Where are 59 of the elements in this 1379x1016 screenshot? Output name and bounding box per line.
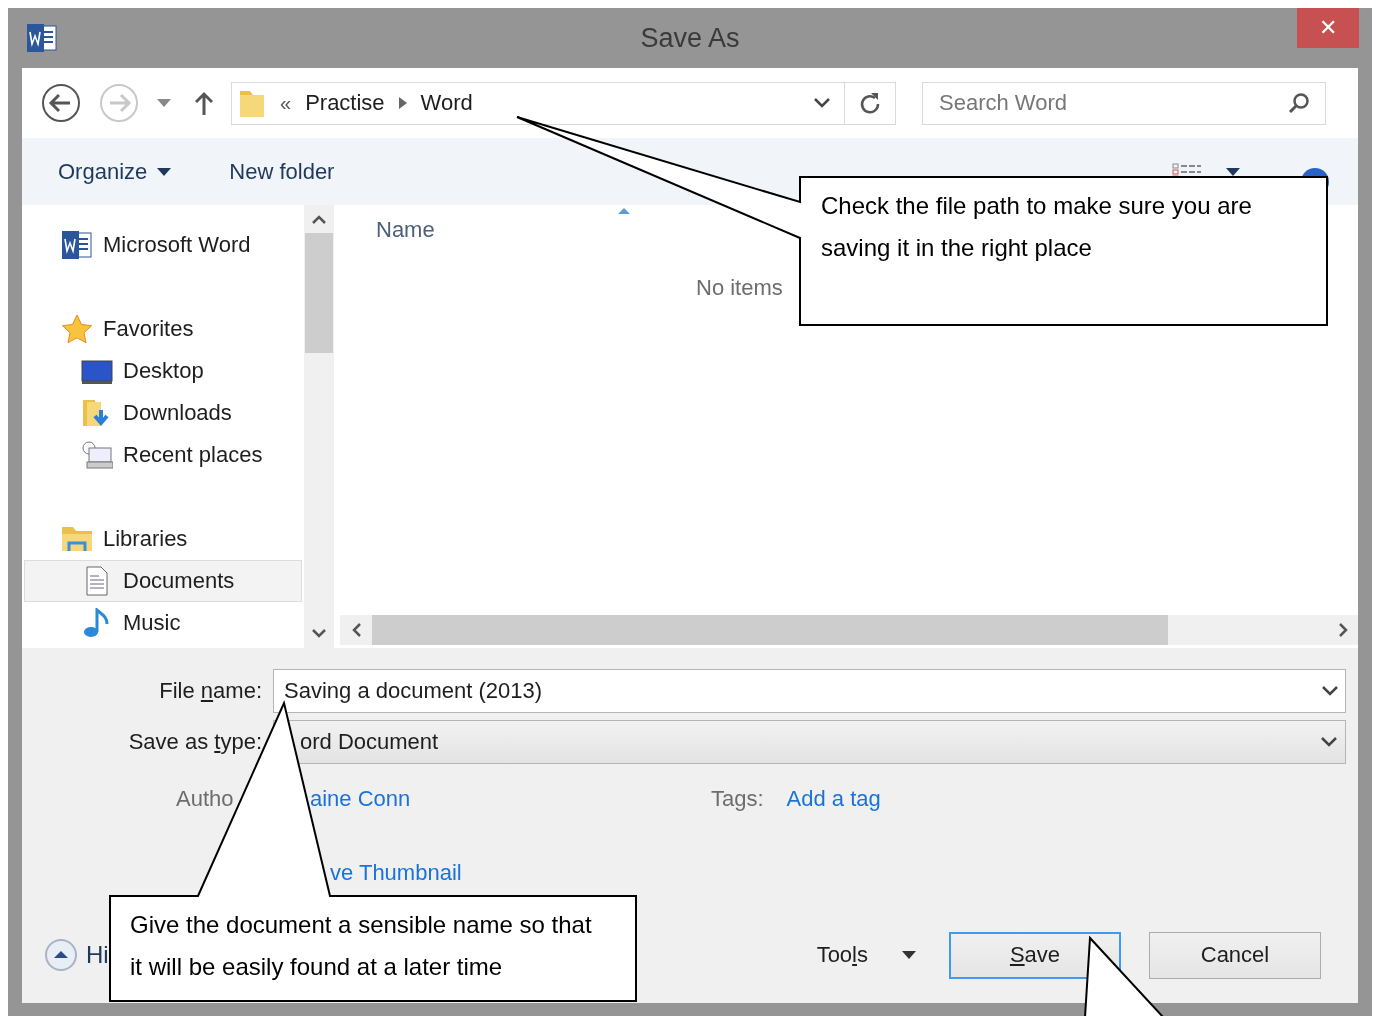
search-icon[interactable]: [1288, 91, 1310, 114]
breadcrumb-item[interactable]: Practise: [305, 90, 385, 116]
field-label: File name:: [158, 678, 263, 704]
sidebar-item[interactable]: Documents: [24, 560, 302, 602]
add-tag-link[interactable]: Add a tag: [786, 786, 881, 812]
sort-caret-icon: [618, 207, 630, 214]
sidebar-item[interactable]: Microsoft Word: [22, 224, 304, 266]
author-label: Autho: [176, 786, 234, 811]
caret-icon[interactable]: [902, 951, 916, 959]
scroll-thumb[interactable]: [305, 233, 333, 353]
library-folder-icon: [61, 524, 93, 554]
sidebar-item[interactable]: Recent places: [22, 434, 304, 476]
collapse-icon[interactable]: [44, 938, 78, 972]
scroll-left-icon[interactable]: [352, 623, 362, 637]
chevron-down-icon[interactable]: [1322, 686, 1338, 696]
scroll-down-icon[interactable]: [312, 628, 326, 638]
callout-text: Give the document a sensible name so that it will be easily found at a later time: [130, 910, 592, 982]
save-thumbnail-label[interactable]: ve Thumbnail: [330, 860, 462, 886]
sidebar-item[interactable]: Downloads: [22, 392, 304, 434]
close-button[interactable]: ✕: [1297, 8, 1359, 48]
empty-message: No items: [696, 275, 783, 300]
column-header[interactable]: Name: [376, 217, 435, 243]
new-folder-button[interactable]: New folder: [229, 158, 335, 185]
recent-places-icon: [81, 440, 113, 470]
back-icon[interactable]: [41, 83, 81, 123]
address-bar[interactable]: « Practise Word: [231, 81, 896, 125]
scroll-right-icon[interactable]: [1338, 623, 1348, 637]
tags-label: Tags:: [711, 786, 764, 812]
caret-icon[interactable]: [157, 167, 172, 176]
breadcrumb-item[interactable]: Word: [420, 90, 473, 116]
caret-icon[interactable]: [1226, 167, 1240, 176]
tools-menu[interactable]: Tools: [816, 942, 868, 968]
search-field[interactable]: Search Word: [922, 81, 1326, 125]
breadcrumb-arrow-icon[interactable]: [398, 97, 407, 109]
author-link[interactable]: aine Conn: [310, 786, 411, 811]
scroll-up-icon[interactable]: [312, 215, 326, 225]
sidebar-item[interactable]: Desktop: [22, 350, 304, 392]
cancel-button[interactable]: Cancel: [1149, 931, 1321, 979]
organize-menu[interactable]: Organize: [58, 158, 148, 185]
window-title: Save As: [640, 22, 740, 54]
up-arrow-icon[interactable]: [195, 91, 213, 115]
horizontal-scrollbar[interactable]: [340, 615, 1358, 645]
chevron-down-icon[interactable]: [1321, 737, 1337, 747]
word-app-icon: [61, 230, 93, 260]
hide-folders-link[interactable]: Hi: [86, 941, 109, 969]
sidebar-item[interactable]: Libraries: [22, 518, 304, 560]
save-type-dropdown[interactable]: ord Document: [273, 720, 1346, 764]
breadcrumb-overflow[interactable]: «: [280, 91, 292, 115]
sidebar-item[interactable]: Music: [22, 602, 304, 644]
chevron-down-icon[interactable]: [814, 98, 830, 108]
word-app-icon: [26, 23, 58, 53]
field-label: Save as type:: [127, 729, 263, 755]
refresh-icon: [859, 91, 881, 115]
star-icon: [61, 314, 93, 344]
callout-text: Check the file path to make sure you are saving it in the right place: [821, 191, 1253, 263]
sidebar-item[interactable]: Favorites: [22, 308, 304, 350]
file-name-field[interactable]: Saving a document (2013): [273, 669, 1346, 713]
vertical-scrollbar[interactable]: [304, 205, 334, 648]
scroll-thumb[interactable]: [372, 615, 1168, 645]
